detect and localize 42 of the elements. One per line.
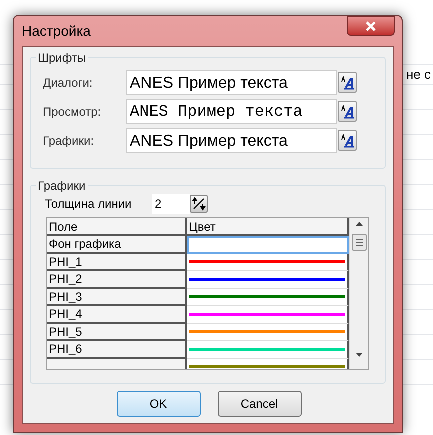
scrollbar[interactable] — [349, 218, 368, 369]
color-cell[interactable] — [187, 324, 349, 341]
line-width-field[interactable]: 2 — [152, 194, 190, 214]
color-cell[interactable] — [187, 254, 349, 271]
field-name-cell: PHI_1 — [47, 254, 187, 271]
font-sample-field: ANES Пример текста — [126, 128, 337, 153]
font-button[interactable] — [338, 72, 357, 93]
color-cell[interactable] — [187, 306, 349, 324]
font-button[interactable] — [338, 101, 357, 122]
font-button[interactable] — [338, 130, 357, 151]
dialog-button[interactable]: OK — [116, 391, 200, 417]
font-label: Графики: — [43, 132, 96, 150]
spin-arrows-icon — [192, 197, 206, 211]
color-cell[interactable] — [187, 288, 349, 306]
close-icon — [365, 20, 377, 32]
font-sample-field: ANES Пример текста — [126, 70, 337, 95]
column-header: Поле — [47, 218, 187, 236]
field-name-cell: Фон графика — [47, 236, 187, 254]
scroll-down-icon — [356, 353, 362, 357]
scroll-up-icon — [356, 222, 362, 226]
color-cell[interactable] — [187, 341, 349, 358]
close-button[interactable] — [347, 16, 395, 36]
background-text: не с — [406, 66, 431, 84]
font-icon — [340, 104, 354, 118]
font-icon — [340, 134, 354, 148]
field-name-cell: PHI_6 — [47, 341, 187, 358]
field-name-cell: PHI_5 — [47, 324, 187, 341]
field-name-cell: PHI_2 — [47, 271, 187, 288]
dialog-button[interactable]: Cancel — [218, 391, 302, 417]
color-cell[interactable] — [187, 271, 349, 288]
field-name-cell: PHI_4 — [47, 306, 187, 324]
field-name-cell: PHI_3 — [47, 288, 187, 306]
line-width-label: Толщина линии — [44, 196, 133, 213]
spin-button[interactable] — [190, 195, 208, 213]
font-label: Просмотр: — [43, 104, 102, 120]
window-title: Настройка — [22, 22, 91, 41]
scroll-thumb[interactable] — [352, 234, 366, 251]
color-cell[interactable] — [187, 236, 349, 254]
font-icon — [340, 76, 354, 90]
font-label: Диалоги: — [43, 74, 94, 92]
font-sample-field: ANES Пример текста — [126, 99, 337, 124]
column-header: Цвет — [187, 218, 349, 236]
